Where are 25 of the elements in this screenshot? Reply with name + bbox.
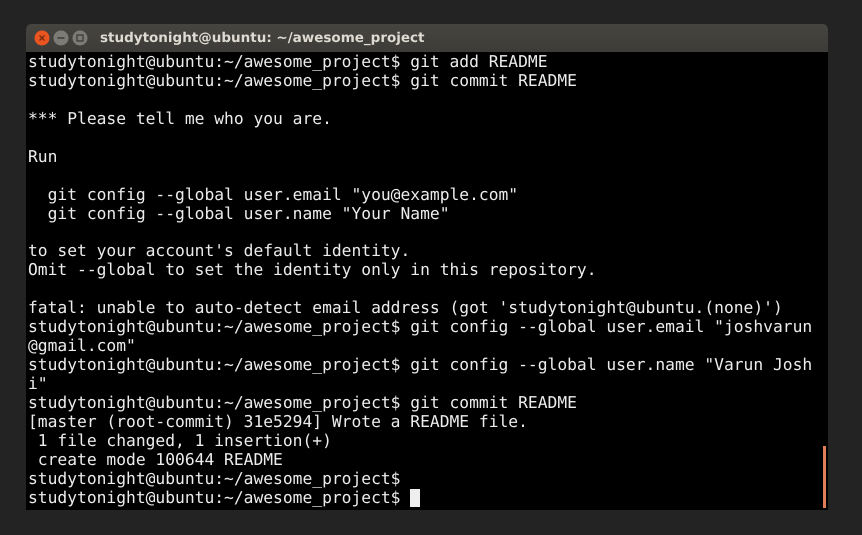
terminal-line: [master (root-commit) 31e5294] Wrote a README file. xyxy=(28,412,529,432)
terminal-line: Run xyxy=(28,148,58,167)
terminal-line: studytonight@ubuntu:~/awesome_project$ git add README xyxy=(28,53,549,72)
terminal-line: studytonight@ubuntu:~/awesome_project$ xyxy=(28,488,402,508)
cursor-icon xyxy=(410,489,420,508)
terminal-line: i" xyxy=(28,374,48,394)
terminal-line: studytonight@ubuntu:~/awesome_project$ git commit README xyxy=(28,72,578,91)
terminal-line: studytonight@ubuntu:~/awesome_project$ git config --global user.email "joshvarun xyxy=(28,318,814,338)
terminal-line: @gmail.com" xyxy=(28,337,137,356)
scrollbar-thumb[interactable] xyxy=(823,446,826,508)
terminal-line: git config --global user.email "you@example.com" xyxy=(46,186,520,204)
terminal-line: studytonight@ubuntu:~/awesome_project$ git config --global user.name "Varun Josh xyxy=(28,356,814,375)
terminal-line: 1 file changed, 1 insertion(+) xyxy=(36,432,333,451)
close-icon[interactable] xyxy=(34,30,50,46)
terminal-line: git config --global user.name "Your Name" xyxy=(46,204,450,224)
terminal-line: studytonight@ubuntu:~/awesome_project$ xyxy=(28,470,402,489)
terminal-line: to set your account's default identity. xyxy=(28,242,412,262)
maximize-icon[interactable] xyxy=(72,30,88,46)
terminal-line: *** Please tell me who you are. xyxy=(28,110,333,129)
terminal-line: fatal: unable to auto-detect email address (got 'studytonight@ubuntu.(none)') xyxy=(28,299,784,318)
minimize-icon[interactable] xyxy=(53,30,69,46)
terminal-line: Omit --global to set the identity only in this repository. xyxy=(28,261,598,280)
terminal-line: studytonight@ubuntu:~/awesome_project$ git commit README xyxy=(28,394,578,413)
terminal-line: create mode 100644 README xyxy=(36,450,284,470)
window-title: studytonight@ubuntu: ~/awesome_project xyxy=(100,30,425,46)
